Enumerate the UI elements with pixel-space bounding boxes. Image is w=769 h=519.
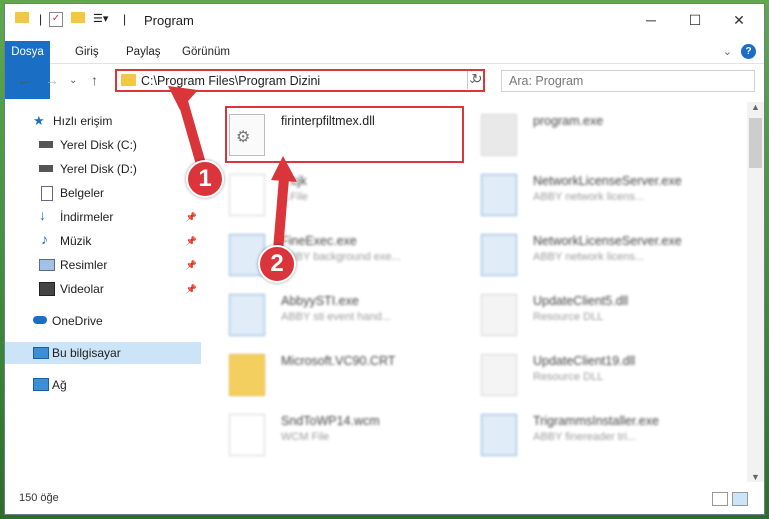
arrow-1-head: [168, 86, 198, 110]
step-badge-1: 1: [186, 160, 224, 198]
arrow-2-head: [271, 156, 297, 182]
step-badge-2: 2: [258, 245, 296, 283]
annotation-arrows: [168, 86, 297, 263]
